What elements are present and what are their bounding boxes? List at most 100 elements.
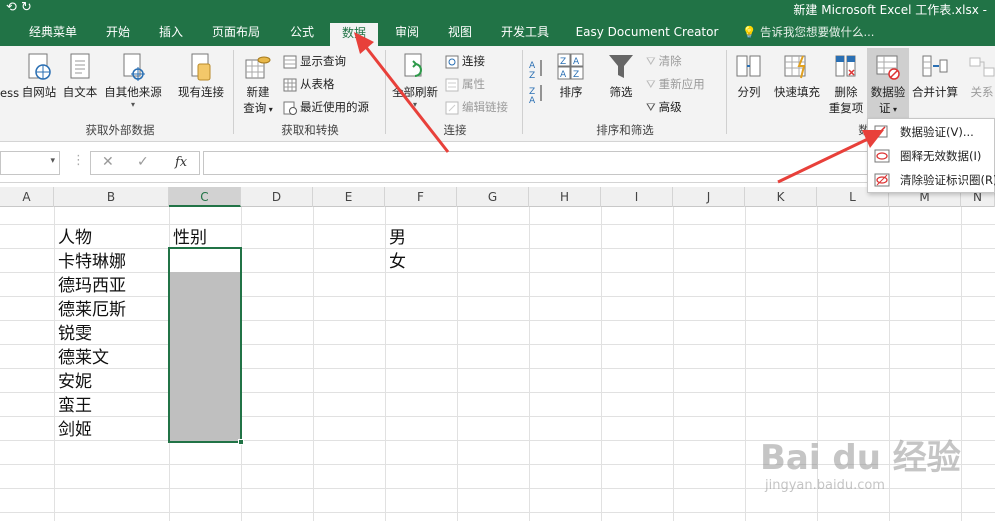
text-to-columns-icon bbox=[736, 55, 761, 77]
tab-page-layout[interactable]: 页面布局 bbox=[203, 20, 269, 46]
cell-c-header[interactable]: 性别 bbox=[173, 226, 207, 250]
other-sources-icon bbox=[123, 53, 145, 81]
grid-line bbox=[961, 207, 962, 521]
menu-item-label: 数据验证(V)... bbox=[900, 125, 974, 139]
cell-b-value[interactable]: 安妮 bbox=[58, 370, 92, 394]
grid-line bbox=[529, 207, 530, 521]
quick-access-toolbar[interactable]: ⟲ ↻ bbox=[6, 0, 32, 15]
connections-label: 连接 bbox=[462, 54, 485, 68]
relationships-label: 关系 bbox=[970, 85, 994, 99]
new-query-icon bbox=[245, 56, 271, 79]
consolidate-icon bbox=[922, 55, 948, 77]
from-access-label: ess bbox=[0, 86, 20, 100]
column-header-k[interactable]: K bbox=[745, 187, 817, 207]
cell-b-value[interactable]: 锐雯 bbox=[58, 322, 92, 346]
from-table-button[interactable]: 从表格 bbox=[283, 76, 335, 92]
grid-line bbox=[0, 272, 995, 273]
column-header-f[interactable]: F bbox=[385, 187, 457, 207]
column-header-c[interactable]: C bbox=[169, 187, 241, 207]
svg-text:A: A bbox=[560, 70, 567, 80]
cell-b-value[interactable]: 德莱文 bbox=[58, 346, 109, 370]
cell-b-value[interactable]: 德玛西亚 bbox=[58, 274, 126, 298]
ribbon-separator bbox=[522, 50, 523, 134]
flash-fill-label: 快速填充 bbox=[774, 85, 820, 99]
sort-button[interactable]: ZAAZ 排序 bbox=[555, 52, 587, 100]
column-header-e[interactable]: E bbox=[313, 187, 385, 207]
flash-fill-icon bbox=[784, 55, 806, 79]
web-icon bbox=[28, 53, 51, 80]
column-header-j[interactable]: J bbox=[673, 187, 745, 207]
group-label-sort-filter: 排序和筛选 bbox=[596, 123, 654, 137]
column-header-i[interactable]: I bbox=[601, 187, 673, 207]
text-to-columns-label: 分列 bbox=[737, 85, 761, 99]
lightbulb-icon: 💡 bbox=[742, 25, 757, 39]
tab-insert[interactable]: 插入 bbox=[150, 20, 192, 46]
cell-b-value[interactable]: 卡特琳娜 bbox=[58, 250, 126, 274]
group-label-external-data: 获取外部数据 bbox=[85, 123, 155, 137]
fill-handle[interactable] bbox=[238, 439, 244, 445]
grid-line bbox=[0, 224, 995, 225]
tell-me-search[interactable]: 💡 告诉我您想要做什么... bbox=[742, 20, 874, 46]
chevron-down-icon[interactable]: ▾ bbox=[50, 156, 55, 166]
consolidate-button[interactable]: 合并计算 bbox=[910, 52, 960, 100]
remove-duplicates-button[interactable]: 删除 重复项 bbox=[826, 52, 866, 116]
data-validation-button[interactable]: 数据验 证 ▾ bbox=[867, 48, 909, 122]
flash-fill-button[interactable]: 快速填充 bbox=[771, 52, 823, 100]
show-queries-button[interactable]: 显示查询 bbox=[283, 53, 346, 69]
from-other-sources-button[interactable]: 自其他来源 ▾ bbox=[102, 52, 164, 109]
cell-b-value[interactable]: 剑姬 bbox=[58, 418, 92, 442]
column-header-h[interactable]: H bbox=[529, 187, 601, 207]
from-web-button[interactable]: 自网站 bbox=[20, 52, 58, 100]
svg-text:Z: Z bbox=[560, 57, 566, 67]
data-validation-icon bbox=[876, 55, 900, 80]
tab-classic-menu[interactable]: 经典菜单 bbox=[22, 20, 84, 46]
column-header-d[interactable]: D bbox=[241, 187, 313, 207]
reapply-button[interactable]: ⛛ 重新应用 bbox=[646, 76, 705, 92]
reapply-label: 重新应用 bbox=[658, 77, 705, 91]
name-box[interactable]: ▾ bbox=[0, 151, 60, 175]
relationships-button[interactable]: 关系 bbox=[962, 52, 995, 100]
dropdown-arrow-icon: ▾ bbox=[130, 100, 135, 109]
data-validation-label-line1: 数据验 bbox=[870, 85, 906, 99]
dropdown-arrow-icon: ▾ bbox=[890, 105, 898, 114]
resize-handle-icon[interactable]: ⋮ bbox=[72, 153, 85, 168]
advanced-filter-label: 高级 bbox=[658, 100, 682, 114]
cell-f-value[interactable]: 男 bbox=[389, 226, 406, 250]
menu-item-label: 清除验证标识圈(R) bbox=[900, 173, 995, 187]
grid-line bbox=[0, 392, 995, 393]
existing-connections-button[interactable]: 现有连接 bbox=[175, 52, 227, 100]
filter-label: 筛选 bbox=[609, 85, 633, 99]
from-access-button[interactable]: ess bbox=[0, 86, 19, 100]
sort-ascending-button[interactable]: AZZA bbox=[527, 56, 547, 107]
cell-b-header[interactable]: 人物 bbox=[58, 226, 92, 250]
tell-me-text: 告诉我您想要做什么... bbox=[759, 25, 875, 39]
sort-az-icon: AZZA bbox=[529, 60, 542, 106]
enter-icon[interactable]: ✓ bbox=[137, 154, 149, 170]
advanced-filter-button[interactable]: ⛛ 高级 bbox=[646, 99, 682, 115]
reapply-icon: ⛛ bbox=[646, 77, 656, 91]
tab-developer[interactable]: 开发工具 bbox=[494, 20, 556, 46]
from-text-button[interactable]: 自文本 bbox=[61, 52, 99, 100]
cell-b-value[interactable]: 德莱厄斯 bbox=[58, 298, 126, 322]
column-header-g[interactable]: G bbox=[457, 187, 529, 207]
cancel-icon[interactable]: ✕ bbox=[102, 154, 114, 170]
filter-button[interactable]: 筛选 bbox=[603, 52, 639, 100]
baidu-watermark: Bai du 经验 bbox=[760, 438, 961, 478]
from-table-label: 从表格 bbox=[300, 77, 335, 91]
new-query-label-line1: 新建 bbox=[246, 85, 270, 99]
svg-text:A: A bbox=[573, 57, 580, 67]
clear-filter-button[interactable]: ⛛ 清除 bbox=[646, 53, 682, 69]
text-to-columns-button[interactable]: 分列 bbox=[732, 52, 766, 100]
cell-b-value[interactable]: 蛮王 bbox=[58, 394, 92, 418]
sort-label: 排序 bbox=[559, 85, 583, 99]
column-header-b[interactable]: B bbox=[54, 187, 169, 207]
tab-easy-document-creator[interactable]: Easy Document Creator bbox=[572, 20, 722, 46]
grid-line bbox=[0, 296, 995, 297]
insert-function-icon[interactable]: fx bbox=[175, 155, 187, 170]
column-header-a[interactable]: A bbox=[0, 187, 54, 207]
tab-home[interactable]: 开始 bbox=[96, 20, 140, 46]
tab-formulas[interactable]: 公式 bbox=[281, 20, 323, 46]
cell-f-value[interactable]: 女 bbox=[389, 250, 406, 274]
new-query-button[interactable]: 新建 查询 ▾ bbox=[239, 52, 277, 116]
clear-filter-label: 清除 bbox=[658, 54, 682, 68]
